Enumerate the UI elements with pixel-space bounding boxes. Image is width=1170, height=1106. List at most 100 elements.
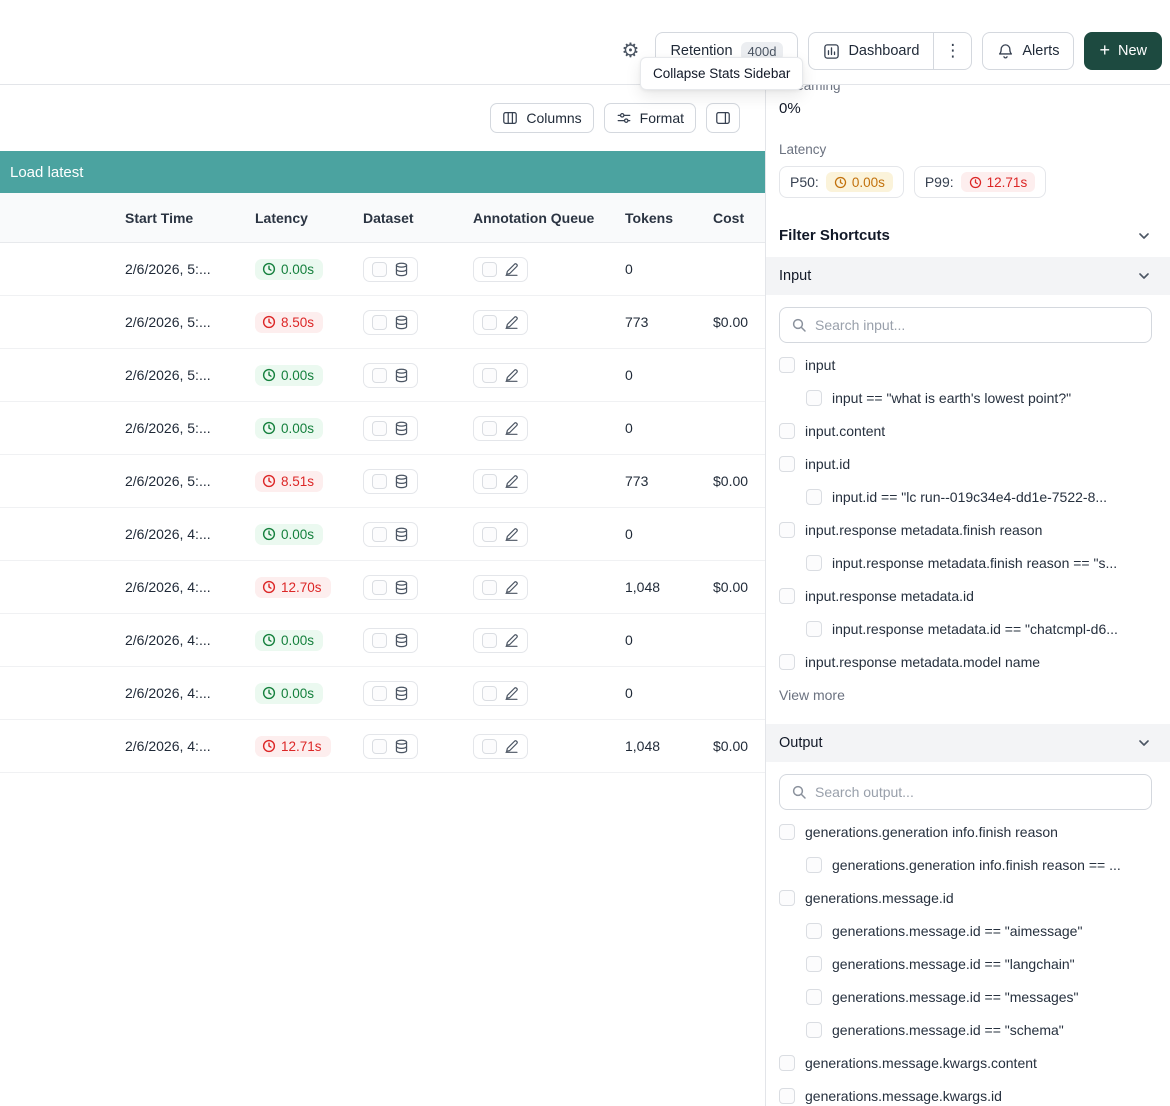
add-to-annotation-queue-control[interactable] <box>473 310 528 335</box>
filter-checkbox[interactable] <box>779 522 795 538</box>
add-to-dataset-control[interactable] <box>363 522 418 547</box>
column-header[interactable]: Tokens <box>625 210 713 226</box>
table-row[interactable]: 2/6/2026, 5:... 8.50s <box>0 296 765 349</box>
table-row[interactable]: 2/6/2026, 5:... 0.00s <box>0 349 765 402</box>
output-search-field[interactable] <box>815 784 1140 800</box>
filter-checkbox[interactable] <box>806 390 822 406</box>
add-to-dataset-control[interactable] <box>363 416 418 441</box>
filter-checkbox[interactable] <box>806 923 822 939</box>
add-to-annotation-queue-control[interactable] <box>473 522 528 547</box>
annotation-checkbox[interactable] <box>482 686 497 701</box>
table-row[interactable]: 2/6/2026, 5:... 0.00s <box>0 402 765 455</box>
load-latest-banner[interactable]: Load latest <box>0 151 765 193</box>
filter-checkbox[interactable] <box>779 1088 795 1104</box>
filter-shortcut-item[interactable]: input.id <box>779 447 1152 480</box>
dataset-checkbox[interactable] <box>372 474 387 489</box>
add-to-dataset-control[interactable] <box>363 469 418 494</box>
annotation-checkbox[interactable] <box>482 580 497 595</box>
add-to-dataset-control[interactable] <box>363 257 418 282</box>
filter-shortcut-item[interactable]: generations.generation info.finish reaso… <box>779 815 1152 848</box>
dataset-checkbox[interactable] <box>372 262 387 277</box>
filter-checkbox[interactable] <box>779 456 795 472</box>
add-to-dataset-control[interactable] <box>363 575 418 600</box>
table-row[interactable]: 2/6/2026, 4:... 0.00s <box>0 614 765 667</box>
column-header[interactable]: Latency <box>255 210 363 226</box>
view-more-link[interactable]: View more <box>779 678 1152 711</box>
filter-checkbox[interactable] <box>779 890 795 906</box>
toggle-side-panel-button[interactable] <box>706 103 740 133</box>
filter-shortcuts-header[interactable]: Filter Shortcuts <box>779 227 1152 244</box>
annotation-checkbox[interactable] <box>482 368 497 383</box>
filter-shortcut-item[interactable]: generations.message.id == "langchain" <box>806 947 1152 980</box>
filter-checkbox[interactable] <box>806 857 822 873</box>
annotation-checkbox[interactable] <box>482 633 497 648</box>
new-button[interactable]: + New <box>1084 32 1162 70</box>
filter-checkbox[interactable] <box>806 956 822 972</box>
table-row[interactable]: 2/6/2026, 4:... 12.70s <box>0 561 765 614</box>
filter-shortcut-item[interactable]: generations.message.kwargs.content <box>779 1046 1152 1079</box>
filter-shortcut-item[interactable]: generations.generation info.finish reaso… <box>806 848 1152 881</box>
filter-checkbox[interactable] <box>779 824 795 840</box>
dashboard-more-button[interactable]: ⋮ <box>934 32 972 70</box>
filter-shortcut-item[interactable]: generations.message.id <box>779 881 1152 914</box>
add-to-annotation-queue-control[interactable] <box>473 469 528 494</box>
dataset-checkbox[interactable] <box>372 368 387 383</box>
table-row[interactable]: 2/6/2026, 5:... 0.00s <box>0 243 765 296</box>
annotation-checkbox[interactable] <box>482 527 497 542</box>
dataset-checkbox[interactable] <box>372 315 387 330</box>
column-header[interactable]: Annotation Queue <box>473 210 625 226</box>
dataset-checkbox[interactable] <box>372 527 387 542</box>
output-section-header[interactable]: Output <box>766 724 1170 762</box>
filter-shortcut-item[interactable]: input.response metadata.id <box>779 579 1152 612</box>
table-row[interactable]: 2/6/2026, 5:... 8.51s <box>0 455 765 508</box>
input-section-header[interactable]: Input <box>766 257 1170 295</box>
add-to-annotation-queue-control[interactable] <box>473 681 528 706</box>
column-header[interactable]: Start Time <box>125 210 255 226</box>
add-to-annotation-queue-control[interactable] <box>473 363 528 388</box>
filter-shortcut-item[interactable]: generations.message.kwargs.id <box>779 1079 1152 1106</box>
add-to-dataset-control[interactable] <box>363 734 418 759</box>
filter-checkbox[interactable] <box>806 621 822 637</box>
add-to-annotation-queue-control[interactable] <box>473 734 528 759</box>
filter-shortcut-item[interactable]: input <box>779 348 1152 381</box>
table-row[interactable]: 2/6/2026, 4:... 0.00s <box>0 508 765 561</box>
filter-shortcut-item[interactable]: generations.message.id == "messages" <box>806 980 1152 1013</box>
dataset-checkbox[interactable] <box>372 633 387 648</box>
filter-shortcut-item[interactable]: input.id == "lc run--019c34e4-dd1e-7522-… <box>806 480 1152 513</box>
filter-checkbox[interactable] <box>806 1022 822 1038</box>
dataset-checkbox[interactable] <box>372 421 387 436</box>
filter-shortcut-item[interactable]: input.response metadata.model name <box>779 645 1152 678</box>
filter-shortcut-item[interactable]: generations.message.id == "schema" <box>806 1013 1152 1046</box>
filter-shortcut-item[interactable]: input.response metadata.finish reason <box>779 513 1152 546</box>
add-to-annotation-queue-control[interactable] <box>473 257 528 282</box>
alerts-button[interactable]: Alerts <box>982 32 1074 70</box>
p50-latency-badge[interactable]: P50: 0.00s <box>779 166 904 198</box>
filter-checkbox[interactable] <box>779 423 795 439</box>
p99-latency-badge[interactable]: P99: 12.71s <box>914 166 1046 198</box>
filter-shortcut-item[interactable]: generations.message.id == "aimessage" <box>806 914 1152 947</box>
add-to-dataset-control[interactable] <box>363 363 418 388</box>
dashboard-button[interactable]: Dashboard <box>808 32 934 70</box>
filter-shortcut-item[interactable]: input.response metadata.finish reason ==… <box>806 546 1152 579</box>
column-header[interactable]: Cost <box>713 210 765 226</box>
dataset-checkbox[interactable] <box>372 686 387 701</box>
dataset-checkbox[interactable] <box>372 580 387 595</box>
table-row[interactable]: 2/6/2026, 4:... 0.00s <box>0 667 765 720</box>
table-row[interactable]: 2/6/2026, 4:... 12.71s <box>0 720 765 773</box>
column-header[interactable]: Dataset <box>363 210 473 226</box>
filter-shortcut-item[interactable]: input.response metadata.id == "chatcmpl-… <box>806 612 1152 645</box>
filter-checkbox[interactable] <box>806 555 822 571</box>
columns-button[interactable]: Columns <box>490 103 593 133</box>
add-to-dataset-control[interactable] <box>363 310 418 335</box>
add-to-dataset-control[interactable] <box>363 681 418 706</box>
add-to-dataset-control[interactable] <box>363 628 418 653</box>
add-to-annotation-queue-control[interactable] <box>473 575 528 600</box>
format-button[interactable]: Format <box>604 103 696 133</box>
filter-checkbox[interactable] <box>779 654 795 670</box>
dataset-checkbox[interactable] <box>372 739 387 754</box>
filter-shortcut-item[interactable]: input.content <box>779 414 1152 447</box>
input-search-field[interactable] <box>815 317 1140 333</box>
filter-checkbox[interactable] <box>779 588 795 604</box>
filter-checkbox[interactable] <box>806 489 822 505</box>
annotation-checkbox[interactable] <box>482 315 497 330</box>
